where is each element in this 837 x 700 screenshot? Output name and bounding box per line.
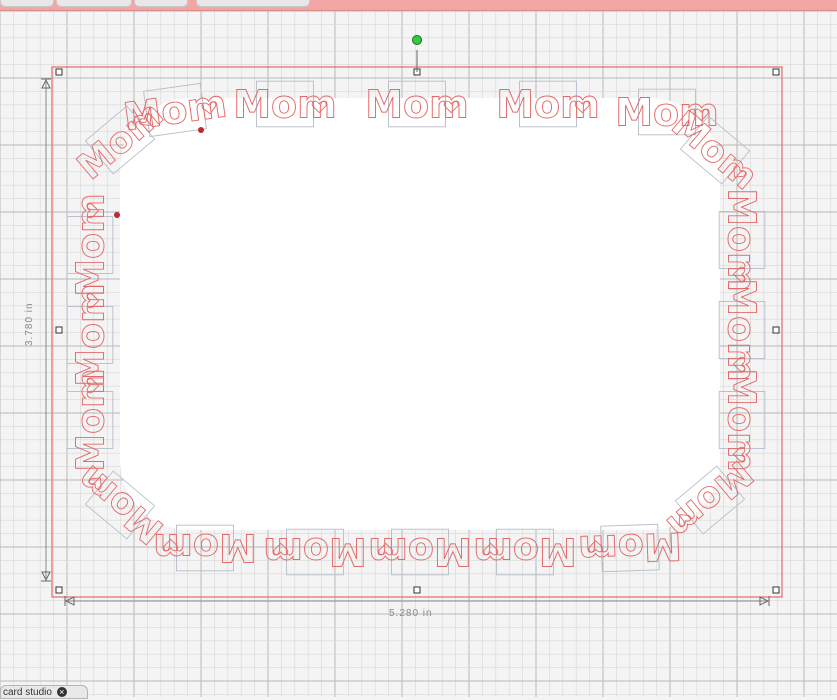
tab-4[interactable]: [196, 0, 310, 7]
height-dimension-label: 3.780 in: [24, 302, 35, 346]
tab-2[interactable]: [56, 0, 132, 7]
mom-letter-group[interactable]: Mom: [496, 80, 600, 128]
mom-letter-group[interactable]: Mom: [233, 80, 337, 128]
rotate-handle[interactable]: [412, 35, 422, 45]
mom-letter-group[interactable]: Mom: [365, 80, 469, 128]
mom-letter-group[interactable]: Mom: [718, 368, 766, 472]
resize-handle[interactable]: [772, 586, 780, 594]
frame-interior: [120, 98, 720, 530]
mom-word: Mom: [68, 368, 112, 472]
mom-letter-group[interactable]: Mom: [66, 193, 114, 297]
mom-word: Mom: [68, 193, 112, 297]
tab-3[interactable]: [134, 0, 188, 7]
mom-letter-group[interactable]: Mom: [577, 523, 683, 573]
mom-letter-group[interactable]: Mom: [66, 368, 114, 472]
mom-word: Mom: [496, 82, 600, 126]
mom-word: Mom: [368, 530, 472, 574]
mom-word: Mom: [720, 278, 764, 382]
width-dimension-label: 5.280 in: [389, 608, 433, 619]
design-stage[interactable]: Mom Mom Mom MomMomMomMomMomMomMomMom Mom Mom M…: [0, 11, 837, 697]
mom-letter-group[interactable]: Mom: [718, 188, 766, 292]
resize-handle[interactable]: [772, 326, 780, 334]
close-icon[interactable]: ×: [56, 687, 67, 698]
mom-word: Mom: [720, 188, 764, 292]
document-tab-label: card studio: [3, 687, 52, 698]
mom-word: Mom: [263, 530, 367, 574]
resize-handle[interactable]: [55, 586, 63, 594]
mom-letter-group[interactable]: Mom: [368, 528, 472, 576]
mom-word: Mom: [473, 530, 577, 574]
mom-word: Mom: [577, 524, 682, 572]
mom-word: Mom: [720, 368, 764, 472]
mom-word: Mom: [365, 82, 469, 126]
tab-1[interactable]: [0, 0, 54, 7]
mom-letter-group[interactable]: Mom: [263, 528, 367, 576]
mom-letter-group[interactable]: Mom: [153, 524, 257, 572]
design-canvas[interactable]: Mom Mom Mom Mom Mom Mom Mom Mom Mom Mom Mom Mom Mom M…: [0, 11, 837, 697]
mom-word: Mom: [153, 526, 257, 570]
top-toolbar: [0, 0, 837, 11]
resize-handle[interactable]: [55, 68, 63, 76]
resize-handle[interactable]: [772, 68, 780, 76]
mom-word: Mom: [233, 82, 337, 126]
mom-letter-group[interactable]: Mom: [718, 278, 766, 382]
mom-letter-group[interactable]: Mom: [473, 528, 577, 576]
resize-handle[interactable]: [413, 586, 421, 594]
resize-handle[interactable]: [55, 326, 63, 334]
node-point[interactable]: [198, 127, 204, 133]
node-point[interactable]: [114, 212, 120, 218]
